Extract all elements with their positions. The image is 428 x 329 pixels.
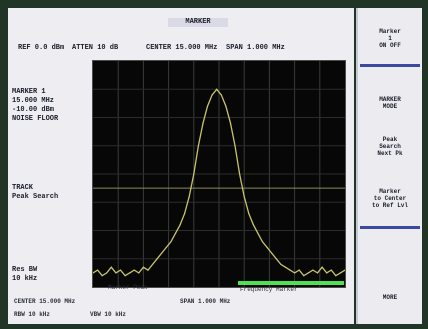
softkey-divider [360,64,420,67]
trace-point [188,196,190,198]
span-readout: SPAN 1.000 MHz [226,44,285,52]
trace-point [261,241,264,243]
marker-readout: MARKER 1 15.000 MHz -10.00 dBm NOISE FLO… [12,88,59,123]
trace-point [206,105,209,107]
trace-point [193,173,195,175]
trace-chart [93,61,345,287]
trace-point [266,246,268,248]
trace-point [335,275,337,277]
footer-frequency-marker: Frequency Marker [240,286,298,293]
trace-point [248,213,250,215]
trace-point [326,272,328,274]
trace-point [202,122,204,124]
softkey-more[interactable]: MORE [360,294,420,301]
trace-point [106,272,108,274]
trace-point [275,258,277,260]
atten-readout: ATTEN 10 dB [72,44,119,52]
footer-center: CENTER 15.000 MHz [14,298,76,305]
footer-span: SPAN 1.000 MHz [180,298,231,305]
trace-point [229,122,232,124]
trace-point [110,266,112,268]
trace-point [161,252,163,254]
trace-point [252,224,254,226]
trace-point [321,266,323,268]
trace-point [156,258,158,260]
trace-point [216,88,218,90]
trace-point [280,263,282,265]
trace-point [97,269,99,271]
softkey-panel: Marker 1 ON OFF MARKER MODE Peak Search … [356,8,422,324]
trace-point [197,145,199,147]
trace-point [339,272,341,274]
softkey-marker-mode[interactable]: MARKER MODE [360,96,420,110]
trace-point [179,224,181,226]
trace-point [234,145,236,147]
trace-point [289,269,291,271]
trace-point [174,232,177,234]
analyzer-screen: MARKER REF 0.0 dBm ATTEN 10 dB CENTER 15… [8,8,354,324]
footer-rbw: RBW 10 kHz [14,311,51,318]
trace-point [170,241,172,243]
trace-point [303,275,305,277]
center-freq-readout: CENTER 15.000 MHz [146,44,218,52]
trace-point [138,272,140,274]
trace-point [211,94,213,96]
softkey-divider [360,226,420,229]
trace-point [239,173,241,175]
softkey-peak-search[interactable]: Peak Search Next Pk [360,136,420,157]
search-mode: TRACK Peak Search [12,184,59,201]
trace-point [312,269,314,271]
trace-point [298,269,300,271]
ref-level-readout: REF 0.0 dBm [18,44,65,52]
res-bw-readout: Res BW 10 kHz [12,266,38,283]
trace-point [243,196,245,198]
trace-point [330,269,332,271]
trace-point [142,266,144,268]
trace-plot[interactable] [92,60,346,288]
trace-point [257,232,259,234]
trace-point [271,252,273,254]
trace-point [184,213,186,215]
menu-title: MARKER [168,18,228,27]
trace-point [152,263,154,265]
active-indicator-bar [238,281,344,285]
trace-point [165,246,167,248]
footer-vbw: VBW 10 kHz [90,311,127,318]
softkey-marker-1[interactable]: Marker 1 ON OFF [360,28,420,49]
trace-point [220,94,222,96]
footer-marker-peak: Marker Peak [108,284,148,291]
softkey-marker-to[interactable]: Marker to Center to Ref Lvl [360,188,420,209]
trace-point [147,269,149,271]
trace-point [119,269,122,271]
trace-point [133,269,135,271]
trace-point [124,275,126,277]
trace-point [294,272,296,274]
trace-point [225,105,227,107]
trace-point [101,275,103,277]
trace-point [129,272,131,274]
trace-point [316,272,319,274]
trace-point [284,266,286,268]
trace-point [307,272,309,274]
trace-point [115,272,117,274]
